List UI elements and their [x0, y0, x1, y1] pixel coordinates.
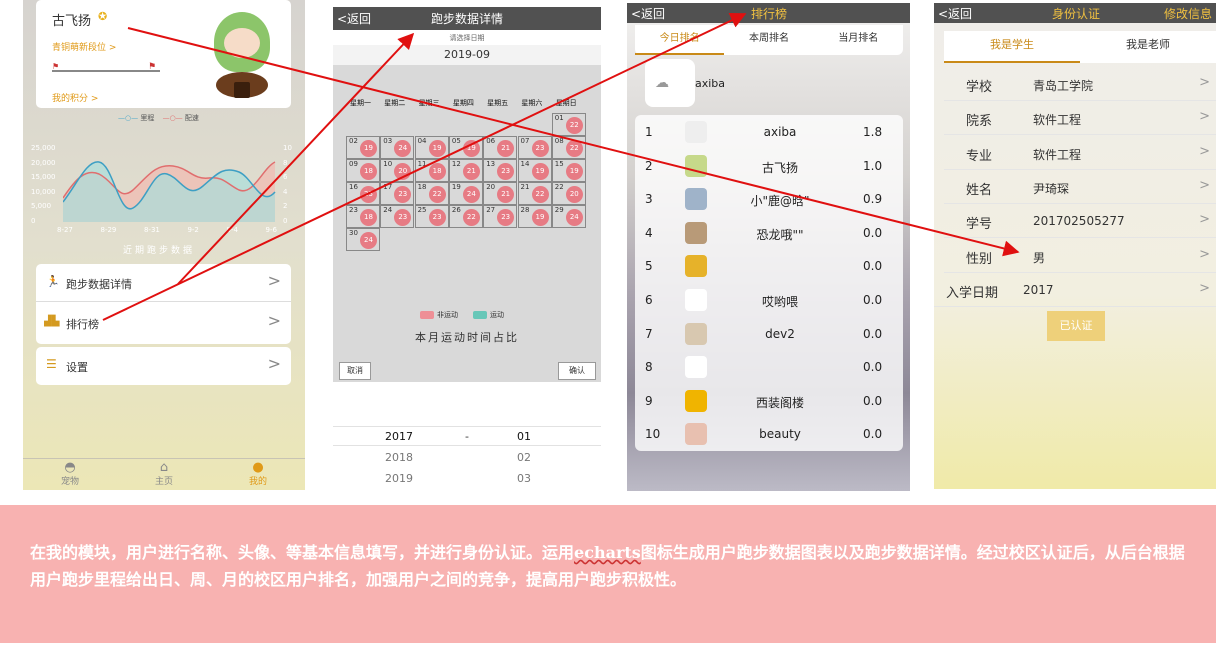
arrow-details-to-run-page — [177, 32, 415, 285]
arrow-profile-to-identity — [127, 27, 1020, 257]
banner-text: 在我的模块，用户进行名称、头像、等基本信息填写，并进行身份认证。运用 — [30, 543, 575, 562]
arrow-ranking-to-leaderboard — [102, 12, 747, 321]
description-banner: 在我的模块，用户进行名称、头像、等基本信息填写，并进行身份认证。运用echart… — [0, 505, 1216, 643]
echarts-link[interactable]: echarts — [574, 543, 641, 562]
